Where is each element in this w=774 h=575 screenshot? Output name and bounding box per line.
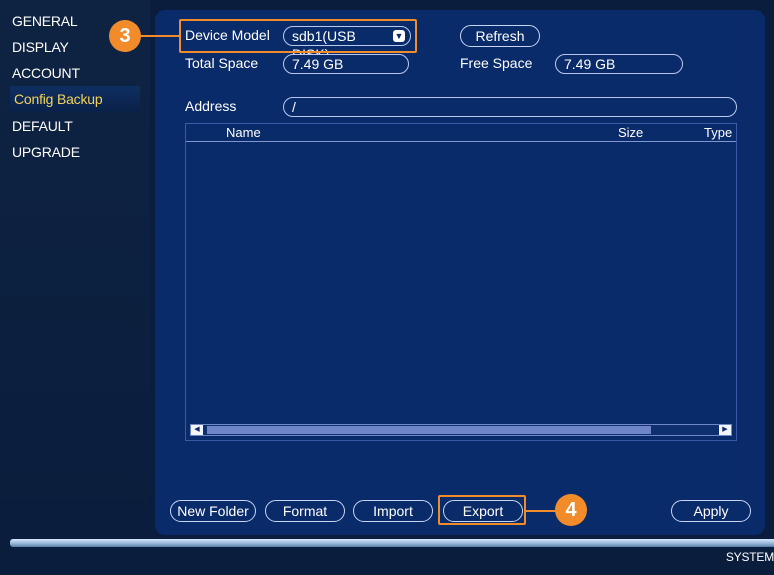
callout-connector-4 xyxy=(526,510,556,512)
callout-connector-3 xyxy=(140,35,180,37)
sidebar-item-upgrade[interactable]: UPGRADE xyxy=(12,139,80,165)
column-size[interactable]: Size xyxy=(618,124,643,142)
file-table: Name Size Type ◀ ▶ xyxy=(185,123,737,441)
sidebar-item-display[interactable]: DISPLAY xyxy=(12,34,69,60)
address-input[interactable]: / xyxy=(283,97,737,117)
free-space-field: 7.49 GB xyxy=(555,54,683,74)
sidebar-item-config-backup[interactable]: Config Backup xyxy=(10,86,140,112)
scroll-right-icon[interactable]: ▶ xyxy=(719,425,731,435)
refresh-button[interactable]: Refresh xyxy=(460,25,540,47)
step-3-badge: 3 xyxy=(109,20,141,52)
app-window: GENERAL DISPLAY ACCOUNT Config Backup DE… xyxy=(0,0,774,575)
config-backup-panel: Device Model sdb1(USB DISK) ▼ Refresh To… xyxy=(155,10,765,535)
sidebar-item-account[interactable]: ACCOUNT xyxy=(12,60,80,86)
scrollbar-thumb[interactable] xyxy=(207,426,651,434)
format-button[interactable]: Format xyxy=(265,500,345,522)
column-type[interactable]: Type xyxy=(704,124,732,142)
apply-button[interactable]: Apply xyxy=(671,500,751,522)
table-header: Name Size Type xyxy=(186,124,736,142)
sidebar-item-default[interactable]: DEFAULT xyxy=(12,113,73,139)
address-label: Address xyxy=(185,98,237,114)
sidebar-item-general[interactable]: GENERAL xyxy=(12,8,78,34)
new-folder-button[interactable]: New Folder xyxy=(170,500,256,522)
total-space-field: 7.49 GB xyxy=(283,54,409,74)
total-space-label: Total Space xyxy=(185,55,259,71)
step-4-badge: 4 xyxy=(555,494,587,526)
horizontal-scrollbar[interactable]: ◀ ▶ xyxy=(190,424,732,436)
scroll-left-icon[interactable]: ◀ xyxy=(191,425,203,435)
footer-gradient xyxy=(10,539,774,547)
device-model-highlight xyxy=(179,19,417,53)
system-label: SYSTEM xyxy=(725,550,774,564)
free-space-label: Free Space xyxy=(460,55,533,71)
import-button[interactable]: Import xyxy=(353,500,433,522)
export-highlight xyxy=(438,495,526,525)
footer-bar: SYSTEM xyxy=(0,535,774,575)
sidebar: GENERAL DISPLAY ACCOUNT Config Backup DE… xyxy=(0,0,150,535)
column-name[interactable]: Name xyxy=(226,124,261,142)
